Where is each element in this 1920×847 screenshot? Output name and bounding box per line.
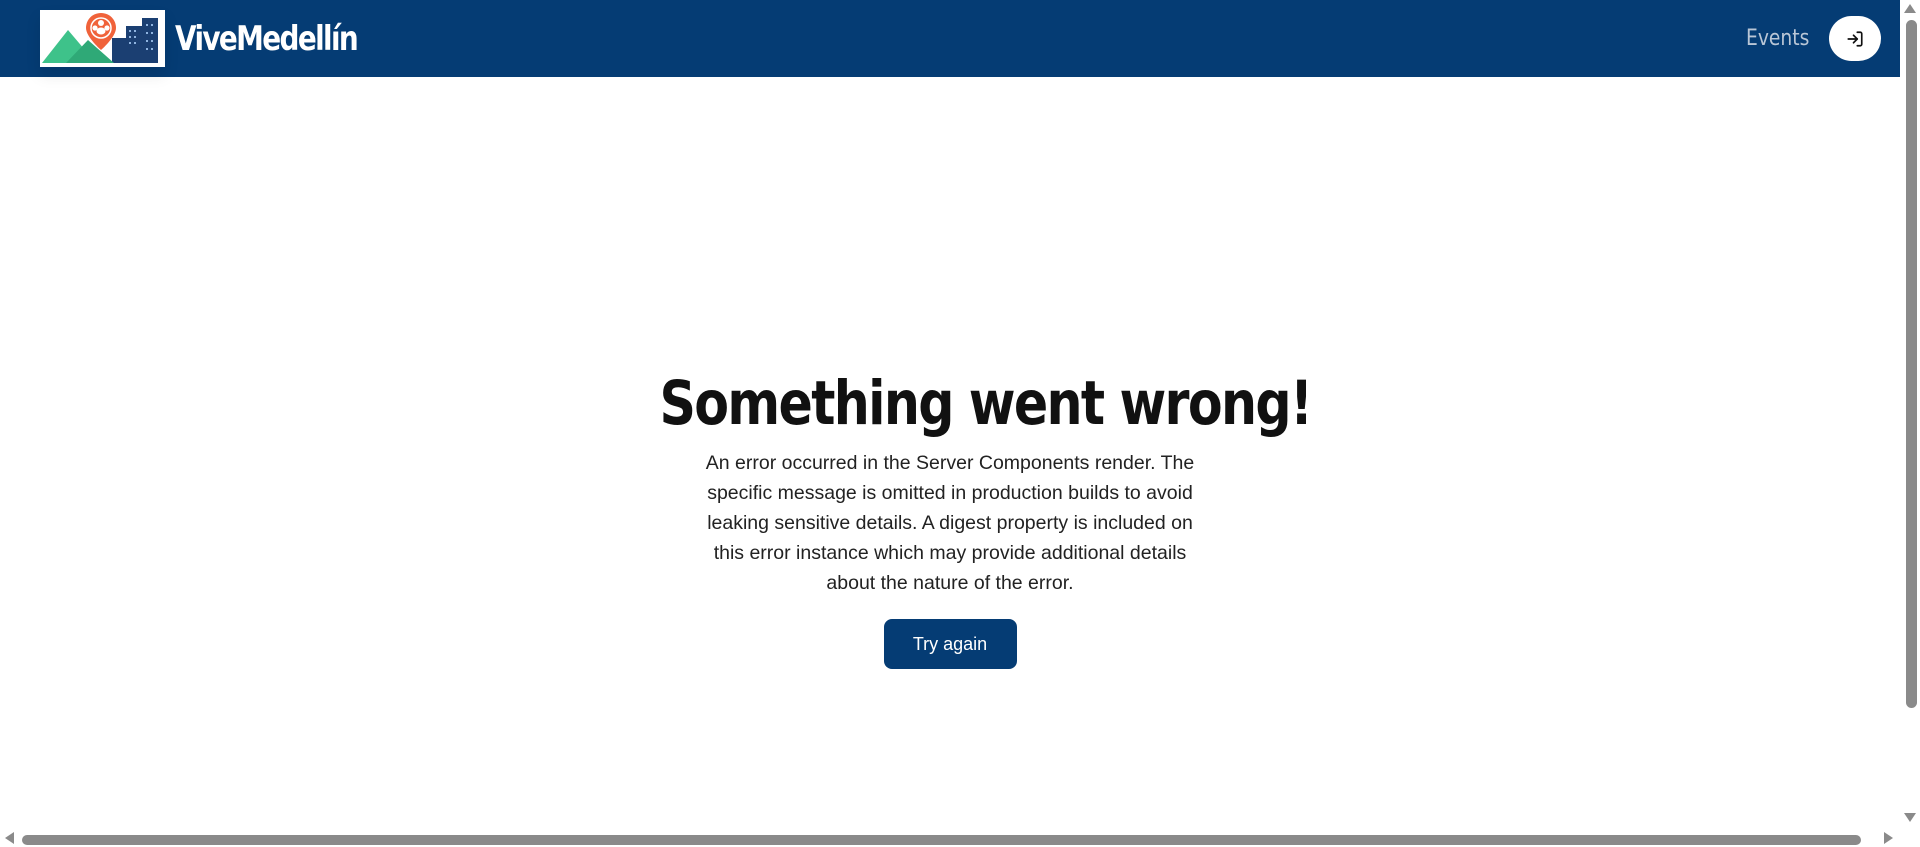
vertical-scrollbar-thumb[interactable] (1906, 20, 1917, 708)
login-button[interactable] (1829, 16, 1881, 61)
vive-medellin-logo-icon (42, 13, 158, 63)
nav-link-events[interactable]: Events (1746, 22, 1809, 56)
scroll-right-arrow-icon[interactable] (1884, 832, 1893, 844)
horizontal-scrollbar[interactable] (0, 832, 1900, 847)
error-title: Something went wrong! (659, 368, 1314, 439)
scrollbar-corner (1900, 832, 1920, 847)
top-navbar: ViveMedellín Events (0, 0, 1900, 77)
try-again-button[interactable]: Try again (883, 619, 1017, 669)
scroll-up-arrow-icon[interactable] (1904, 4, 1916, 13)
error-panel: Something went wrong! An error occurred … (600, 362, 1314, 669)
vertical-scrollbar[interactable] (1900, 0, 1920, 832)
sign-in-arrow-icon (1847, 30, 1863, 47)
brand-name[interactable]: ViveMedellín (175, 14, 359, 64)
scroll-down-arrow-icon[interactable] (1904, 813, 1916, 822)
logo[interactable] (40, 10, 165, 67)
horizontal-scrollbar-thumb[interactable] (22, 835, 1861, 845)
scroll-left-arrow-icon[interactable] (5, 832, 14, 844)
error-message: An error occurred in the Server Componen… (705, 452, 1195, 594)
